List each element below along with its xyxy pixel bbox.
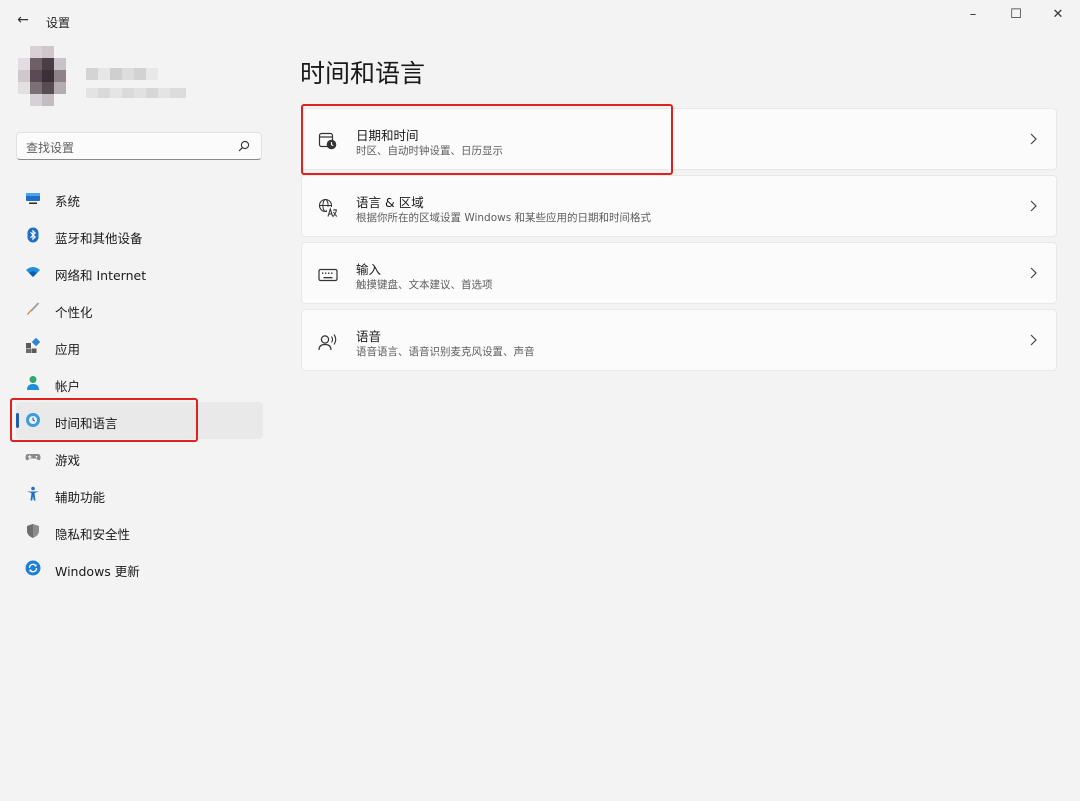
wifi-icon (26, 267, 40, 277)
sidebar-item-label: 蓝牙和其他设备 (55, 231, 143, 246)
chevron-right-icon (1030, 200, 1037, 212)
sidebar-item-label: 时间和语言 (55, 416, 118, 431)
accessibility-icon (27, 486, 39, 501)
maximize-button[interactable]: ☐ (1004, 6, 1028, 24)
minimize-button[interactable]: – (961, 6, 985, 24)
card-subtitle: 触摸键盘、文本建议、首选项 (356, 279, 493, 291)
back-button[interactable]: ← (14, 11, 32, 29)
sidebar-item-label: 系统 (55, 194, 81, 209)
update-icon (25, 560, 41, 576)
back-arrow-icon: ← (17, 12, 29, 28)
sidebar-item-accounts[interactable]: 帐户 (16, 365, 263, 402)
sidebar-item-privacy[interactable]: 隐私和安全性 (16, 513, 263, 550)
chevron-right-icon (1030, 267, 1037, 279)
monitor-icon (26, 193, 40, 204)
card-typing[interactable]: 输入 触摸键盘、文本建议、首选项 (301, 242, 1057, 304)
sidebar-item-personalization[interactable]: 个性化 (16, 291, 263, 328)
close-icon: ✕ (1052, 7, 1064, 22)
sidebar-item-label: 隐私和安全性 (55, 527, 131, 542)
gamepad-icon (25, 454, 41, 461)
card-speech[interactable]: 语音 语音语言、语音识别麦克风设置、声音 (301, 309, 1057, 371)
active-indicator (16, 413, 19, 428)
search-box[interactable]: 查找设置 (16, 132, 262, 160)
search-icon[interactable] (237, 139, 251, 153)
card-date-time[interactable]: 日期和时间 时区、自动时钟设置、日历显示 (301, 108, 1057, 170)
account-icon (27, 376, 39, 390)
card-subtitle: 语音语言、语音识别麦克风设置、声音 (356, 346, 535, 358)
card-title: 语音 (356, 329, 382, 344)
sidebar-item-apps[interactable]: 应用 (16, 328, 263, 365)
apps-icon (26, 338, 41, 353)
calendar-clock-icon (318, 132, 337, 150)
sidebar-item-gaming[interactable]: 游戏 (16, 439, 263, 476)
globe-clock-icon (26, 413, 40, 427)
settings-list: 日期和时间 时区、自动时钟设置、日历显示 语言 & 区域 根据你所在的区域设置 … (301, 108, 1057, 376)
card-title: 日期和时间 (356, 128, 419, 143)
sidebar-item-label: 个性化 (55, 305, 93, 320)
keyboard-icon (318, 268, 338, 282)
sidebar-item-label: 游戏 (55, 453, 81, 468)
app-title: 设置 (46, 16, 71, 30)
title-bar: ← 设置 – ☐ ✕ (0, 0, 1080, 44)
bluetooth-icon (27, 227, 39, 243)
sidebar-item-accessibility[interactable]: 辅助功能 (16, 476, 263, 513)
card-subtitle: 时区、自动时钟设置、日历显示 (356, 145, 503, 157)
sidebar-item-system[interactable]: 系统 (16, 180, 263, 217)
brush-icon (27, 302, 40, 315)
user-profile[interactable] (8, 42, 188, 112)
maximize-icon: ☐ (1010, 7, 1022, 22)
search-input[interactable]: 查找设置 (26, 139, 74, 156)
language-icon (318, 198, 338, 217)
card-title: 语言 & 区域 (356, 195, 424, 210)
sidebar-item-windows-update[interactable]: Windows 更新 (16, 550, 263, 587)
sidebar-item-label: 辅助功能 (55, 490, 106, 505)
card-language-region[interactable]: 语言 & 区域 根据你所在的区域设置 Windows 和某些应用的日期和时间格式 (301, 175, 1057, 237)
chevron-right-icon (1030, 334, 1037, 346)
chevron-right-icon (1030, 133, 1037, 145)
sidebar-nav: 系统 蓝牙和其他设备 网络和 Internet 个性化 应用 帐户 时间和语言 … (16, 180, 264, 587)
sidebar-item-time-language[interactable]: 时间和语言 (16, 402, 263, 439)
sidebar-item-label: 网络和 Internet (55, 268, 147, 283)
page-title: 时间和语言 (300, 59, 426, 88)
sidebar-item-label: 帐户 (55, 379, 81, 394)
sidebar-item-label: 应用 (55, 342, 81, 357)
minimize-icon: – (969, 7, 977, 22)
close-button[interactable]: ✕ (1046, 6, 1070, 24)
speech-icon (318, 334, 337, 351)
card-subtitle: 根据你所在的区域设置 Windows 和某些应用的日期和时间格式 (356, 212, 652, 224)
shield-icon (27, 524, 39, 538)
card-title: 输入 (356, 262, 382, 277)
sidebar-item-label: Windows 更新 (55, 564, 140, 579)
sidebar-item-bluetooth[interactable]: 蓝牙和其他设备 (16, 217, 263, 254)
sidebar-item-network[interactable]: 网络和 Internet (16, 254, 263, 291)
